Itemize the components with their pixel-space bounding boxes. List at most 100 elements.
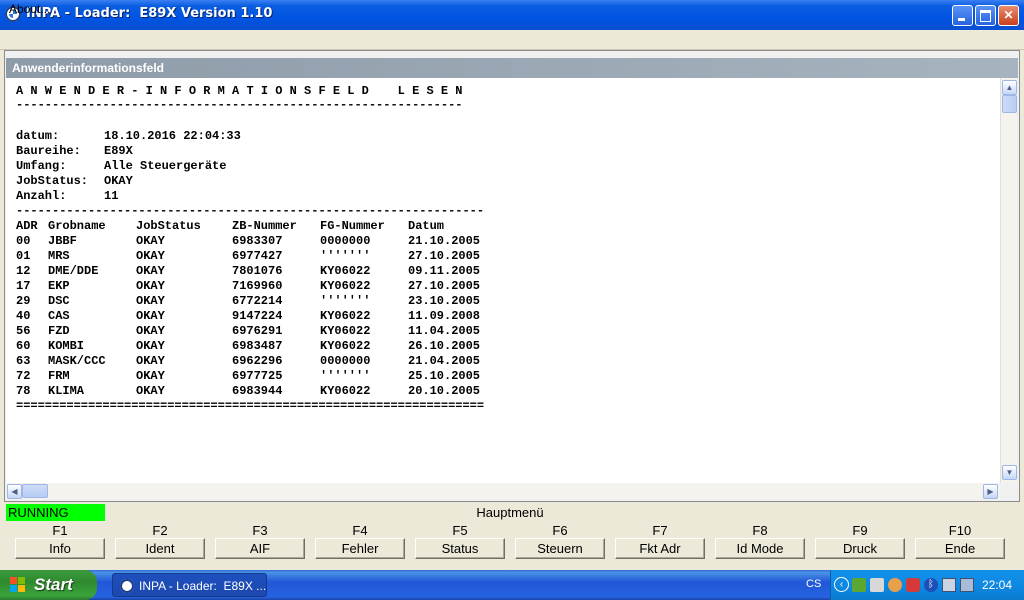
vertical-scroll-thumb[interactable] <box>1002 95 1017 113</box>
info-label-datum: datum: <box>16 129 60 143</box>
shield-alert-icon[interactable] <box>906 578 920 592</box>
start-label: Start <box>34 575 73 594</box>
table-top-rule: ----------------------------------------… <box>16 204 485 218</box>
monitor-icon[interactable] <box>960 578 974 592</box>
network-icon[interactable] <box>852 578 866 592</box>
function-key-number: F5 <box>452 523 468 538</box>
column-header-grobname: Grobname <box>48 219 106 233</box>
language-indicator[interactable]: CS <box>806 578 821 590</box>
minimize-button[interactable] <box>952 5 973 26</box>
windows-logo-icon <box>10 577 26 593</box>
table-cell-jobstatus: OKAY <box>136 324 165 338</box>
function-key-button-fehler[interactable]: Fehler <box>315 538 405 559</box>
taskbar-item-label: INPA - Loader: E89X ... <box>139 579 267 593</box>
table-cell-grobname: DSC <box>48 294 70 308</box>
scroll-down-icon[interactable]: ▼ <box>1002 465 1017 480</box>
table-cell-zb-nummer: 6976291 <box>232 324 283 338</box>
info-value-jobstatus: OKAY <box>104 174 133 188</box>
scroll-left-icon[interactable]: ◀ <box>7 484 22 499</box>
info-label-jobstatus: JobStatus: <box>16 174 89 188</box>
table-cell-jobstatus: OKAY <box>136 294 165 308</box>
function-key-number: F8 <box>752 523 768 538</box>
bluetooth-icon[interactable]: ᛒ <box>924 578 938 592</box>
vertical-scrollbar[interactable]: ▲ ▼ <box>1000 78 1017 483</box>
function-key-number: F2 <box>152 523 168 538</box>
table-cell-adr: 17 <box>16 279 31 293</box>
table-cell-grobname: MASK/CCC <box>48 354 106 368</box>
info-label-baureihe: Baureihe: <box>16 144 81 158</box>
antivirus-icon[interactable] <box>870 578 884 592</box>
table-cell-adr: 12 <box>16 264 31 278</box>
table-cell-jobstatus: OKAY <box>136 249 165 263</box>
function-key-button-ende[interactable]: Ende <box>915 538 1005 559</box>
menu-item-about[interactable]: About... <box>9 2 50 16</box>
report-text-pane[interactable]: A N W E N D E R - I N F O R M A T I O N … <box>6 78 1000 483</box>
table-cell-fg-nummer: ''''''' <box>320 369 371 383</box>
close-button[interactable]: ✕ <box>998 5 1019 26</box>
table-cell-zb-nummer: 6962296 <box>232 354 283 368</box>
table-cell-adr: 60 <box>16 339 31 353</box>
horizontal-scroll-thumb[interactable] <box>22 484 48 498</box>
table-cell-fg-nummer: KY06022 <box>320 324 371 338</box>
table-cell-fg-nummer: KY06022 <box>320 384 371 398</box>
function-key-number: F7 <box>652 523 668 538</box>
table-cell-fg-nummer: KY06022 <box>320 309 371 323</box>
table-cell-jobstatus: OKAY <box>136 234 165 248</box>
column-header-adr: ADR <box>16 219 38 233</box>
function-key-button-id-mode[interactable]: Id Mode <box>715 538 805 559</box>
column-header-jobstatus: JobStatus <box>136 219 201 233</box>
security-shield-icon[interactable] <box>888 578 902 592</box>
table-cell-zb-nummer: 6977725 <box>232 369 283 383</box>
table-cell-datum: 11.09.2008 <box>408 309 481 323</box>
table-cell-zb-nummer: 7801076 <box>232 264 283 278</box>
table-cell-zb-nummer: 6772214 <box>232 294 283 308</box>
table-cell-adr: 72 <box>16 369 31 383</box>
function-key-button-ident[interactable]: Ident <box>115 538 205 559</box>
table-cell-grobname: KLIMA <box>48 384 85 398</box>
show-hidden-icons-icon[interactable]: ‹ <box>834 577 849 592</box>
table-cell-jobstatus: OKAY <box>136 279 165 293</box>
table-cell-jobstatus: OKAY <box>136 309 165 323</box>
table-cell-zb-nummer: 6983487 <box>232 339 283 353</box>
function-key-number: F3 <box>252 523 268 538</box>
function-key-button-aif[interactable]: AIF <box>215 538 305 559</box>
info-label-anzahl: Anzahl: <box>16 189 67 203</box>
display-icon[interactable] <box>942 578 956 592</box>
function-key-button-info[interactable]: Info <box>15 538 105 559</box>
table-cell-zb-nummer: 9147224 <box>232 309 283 323</box>
table-cell-datum: 26.10.2005 <box>408 339 481 353</box>
table-cell-fg-nummer: KY06022 <box>320 339 371 353</box>
column-header-datum: Datum <box>408 219 445 233</box>
function-key-number: F4 <box>352 523 368 538</box>
maximize-icon <box>976 6 995 25</box>
table-cell-datum: 20.10.2005 <box>408 384 481 398</box>
info-value-datum: 18.10.2016 22:04:33 <box>104 129 241 143</box>
status-badge: RUNNING <box>6 504 105 521</box>
info-label-umfang: Umfang: <box>16 159 67 173</box>
table-cell-grobname: FRM <box>48 369 70 383</box>
table-cell-grobname: KOMBI <box>48 339 85 353</box>
function-key-button-fkt-adr[interactable]: Fkt Adr <box>615 538 705 559</box>
clock[interactable]: 22:04 <box>982 578 1012 592</box>
menu-name: Hauptmenü <box>476 505 544 520</box>
table-cell-jobstatus: OKAY <box>136 384 165 398</box>
table-cell-grobname: CAS <box>48 309 70 323</box>
function-key-number: F10 <box>948 523 972 538</box>
info-value-anzahl: 11 <box>104 189 119 203</box>
function-key-button-druck[interactable]: Druck <box>815 538 905 559</box>
table-cell-datum: 25.10.2005 <box>408 369 481 383</box>
table-cell-jobstatus: OKAY <box>136 369 165 383</box>
table-cell-adr: 63 <box>16 354 31 368</box>
panel-caption: Anwenderinformationsfeld <box>6 58 1018 78</box>
table-bottom-rule: ========================================… <box>16 399 485 413</box>
maximize-button[interactable] <box>975 5 996 26</box>
table-cell-fg-nummer: 0000000 <box>320 354 371 368</box>
table-cell-datum: 27.10.2005 <box>408 249 481 263</box>
function-key-button-status[interactable]: Status <box>415 538 505 559</box>
scroll-up-icon[interactable]: ▲ <box>1002 80 1017 95</box>
table-cell-zb-nummer: 6983944 <box>232 384 283 398</box>
scroll-right-icon[interactable]: ▶ <box>983 484 998 499</box>
function-key-button-steuern[interactable]: Steuern <box>515 538 605 559</box>
horizontal-scrollbar[interactable]: ◀ ▶ <box>6 483 1000 499</box>
table-cell-fg-nummer: 0000000 <box>320 234 371 248</box>
